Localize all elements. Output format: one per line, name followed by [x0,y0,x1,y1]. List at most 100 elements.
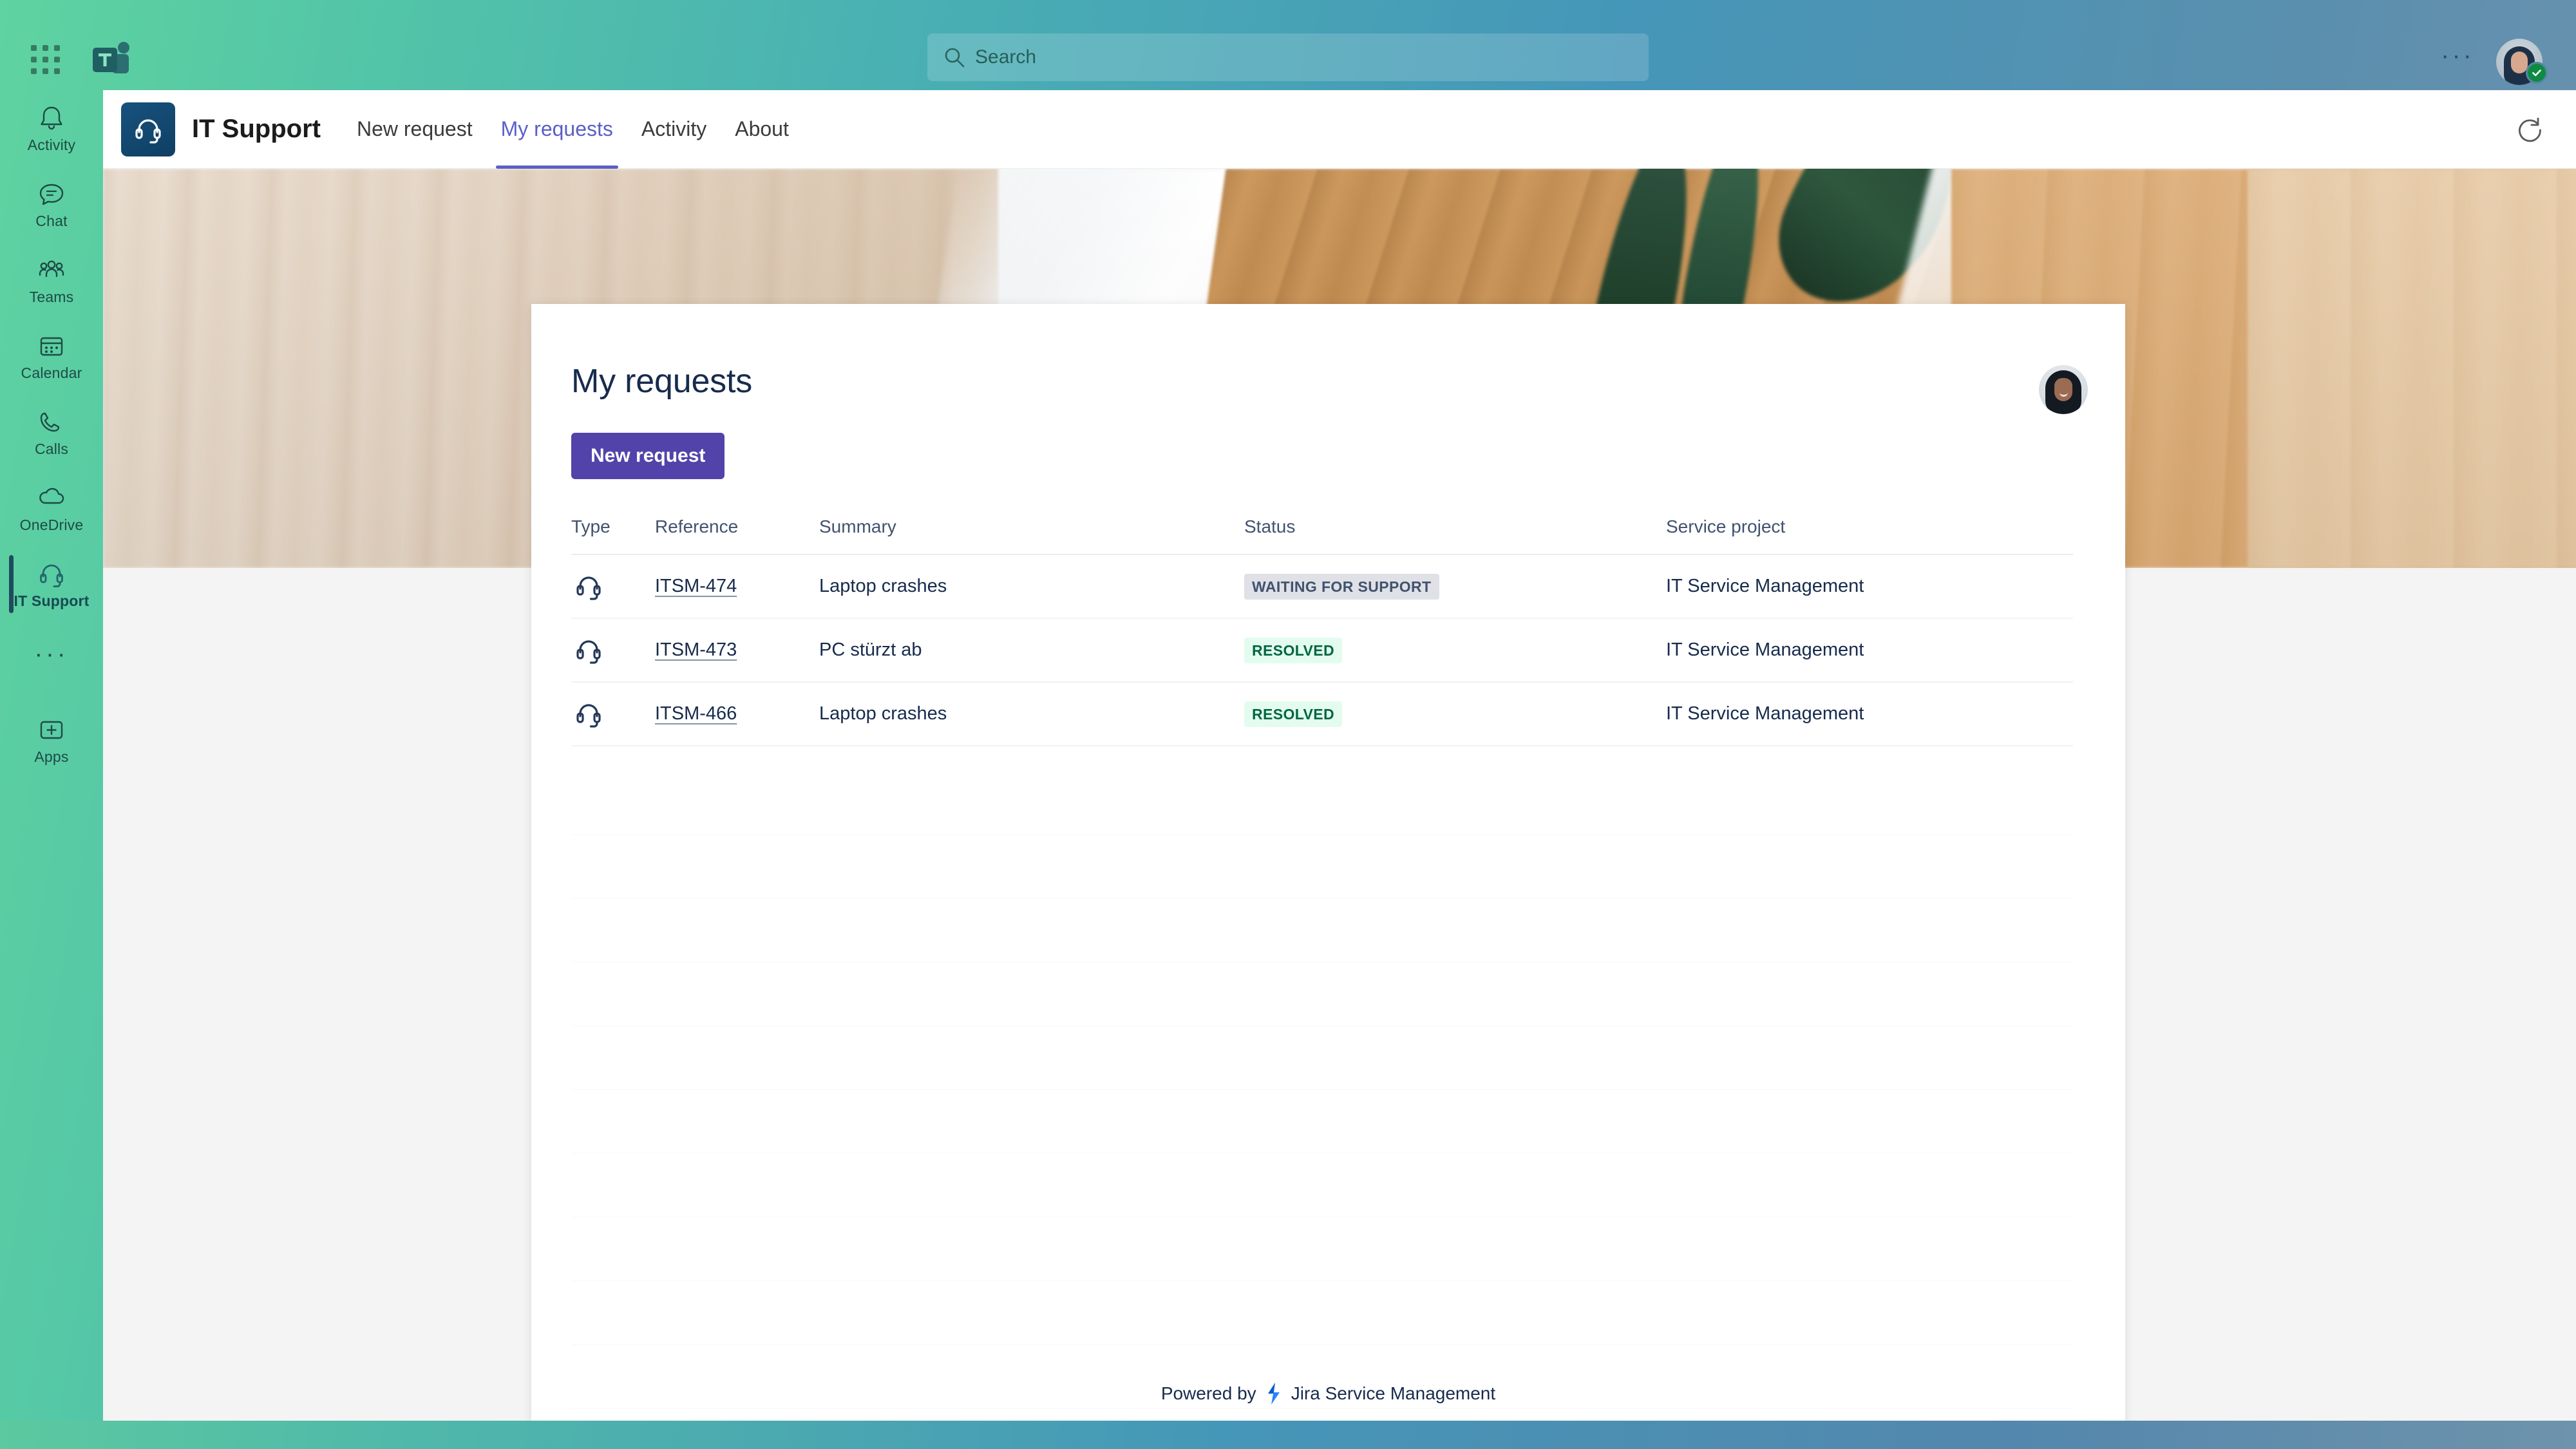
cell-type [571,682,655,746]
empty-row [571,963,2073,1027]
cell-type [571,618,655,683]
cell-status: RESOLVED [1244,618,1666,683]
headset-icon [571,571,606,603]
avatar-face [2511,52,2528,73]
new-request-button[interactable]: New request [571,433,725,479]
requests-table: Type Reference Summary Status Service pr… [571,516,2073,746]
sidebar-item-onedrive[interactable]: OneDrive [0,470,103,546]
table-row[interactable]: ITSM-473 PC stürzt ab RESOLVED IT Servic… [571,618,2073,683]
waffle-dot [43,68,48,74]
sidebar-item-label: Activity [27,137,76,153]
cell-summary: Laptop crashes [819,682,1244,746]
bell-icon [34,102,69,133]
request-summary: PC stürzt ab [819,639,922,660]
sidebar-item-apps[interactable]: Apps [0,702,103,778]
waffle-dot [31,45,37,51]
teams-titlebar: ··· [0,0,2576,90]
column-header-reference[interactable]: Reference [655,516,819,555]
reporter-avatar[interactable] [2039,365,2088,414]
status-badge: RESOLVED [1244,637,1343,663]
sidebar-item-activity[interactable]: Activity [0,90,103,166]
card-footer: Powered by Jira Service Management [531,1382,2125,1405]
waffle-dot [31,68,37,74]
table-head: Type Reference Summary Status Service pr… [571,516,2073,555]
cell-summary: PC stürzt ab [819,618,1244,683]
empty-row [571,1282,2073,1345]
people-icon [34,254,69,285]
empty-row-placeholders [571,772,2073,1409]
waffle-dot [54,57,60,62]
waffle-dot [43,45,48,51]
sidebar-item-calls[interactable]: Calls [0,394,103,470]
empty-row [571,772,2073,835]
column-header-summary[interactable]: Summary [819,516,1244,555]
cell-status: WAITING FOR SUPPORT [1244,554,1666,619]
sidebar-item-label: OneDrive [19,516,84,533]
waffle-dot [54,45,60,51]
window-bottom-strip [0,1421,2576,1449]
app-tab-list: New request My requests Activity About [343,90,803,169]
microsoft-teams-logo[interactable] [90,40,131,80]
empty-row [571,899,2073,963]
column-header-service-project[interactable]: Service project [1666,516,2073,555]
tab-about[interactable]: About [721,90,803,169]
jira-service-management-icon [1263,1382,1285,1405]
check-icon [2532,70,2541,77]
waffle-dot [54,68,60,74]
search-input[interactable] [975,46,1633,68]
sidebar-item-label: IT Support [14,592,90,609]
tab-activity[interactable]: Activity [627,90,721,169]
table-row[interactable]: ITSM-474 Laptop crashes WAITING FOR SUPP… [571,554,2073,619]
cell-service-project: IT Service Management [1666,682,2073,746]
cell-type [571,554,655,619]
waffle-dot [31,57,37,62]
headset-icon [571,634,606,667]
tab-my-requests[interactable]: My requests [487,90,627,169]
sidebar-item-label: Calendar [21,365,82,381]
empty-row [571,835,2073,899]
avatar-face [2054,378,2072,401]
column-header-type[interactable]: Type [571,516,655,555]
app-title: IT Support [192,115,321,143]
teams-app-rail: Activity Chat Teams Calendar Calls OneDr… [0,90,103,1449]
sidebar-item-label: Apps [34,748,69,765]
service-project-name: IT Service Management [1666,639,1864,660]
rail-more-apps-button[interactable]: ··· [0,622,103,687]
waffle-dot [43,57,48,62]
search-box[interactable] [927,33,1649,81]
app-launcher-icon[interactable] [28,43,63,77]
request-summary: Laptop crashes [819,703,947,724]
empty-row [571,1027,2073,1090]
headset-icon [571,698,606,730]
page-title: My requests [571,363,753,400]
cell-summary: Laptop crashes [819,554,1244,619]
portal-card: My requests New request Type Reference S… [531,304,2125,1425]
refresh-icon[interactable] [2513,113,2545,146]
cell-reference: ITSM-466 [655,682,819,746]
cell-status: RESOLVED [1244,682,1666,746]
search-icon [943,46,966,69]
tab-new-request[interactable]: New request [343,90,487,169]
sidebar-item-calendar[interactable]: Calendar [0,318,103,394]
sidebar-item-chat[interactable]: Chat [0,166,103,242]
headset-logo-icon [121,102,175,156]
sidebar-item-label: Teams [29,289,74,305]
teams-window: ··· Activity [0,0,2576,1449]
status-badge [2526,62,2548,84]
cell-service-project: IT Service Management [1666,554,2073,619]
calendar-icon [34,330,69,361]
titlebar-more-options-button[interactable]: ··· [2441,43,2474,68]
column-header-status[interactable]: Status [1244,516,1666,555]
cell-reference: ITSM-473 [655,618,819,683]
table-row[interactable]: ITSM-466 Laptop crashes RESOLVED IT Serv… [571,682,2073,746]
request-reference-link[interactable]: ITSM-473 [655,639,737,660]
request-summary: Laptop crashes [819,576,947,596]
powered-by-label: Powered by [1160,1383,1256,1403]
sidebar-item-it-support[interactable]: IT Support [0,546,103,622]
empty-row [571,1154,2073,1218]
cell-service-project: IT Service Management [1666,618,2073,683]
request-reference-link[interactable]: ITSM-474 [655,576,737,596]
empty-row [571,1090,2073,1154]
sidebar-item-teams[interactable]: Teams [0,242,103,318]
request-reference-link[interactable]: ITSM-466 [655,703,737,724]
